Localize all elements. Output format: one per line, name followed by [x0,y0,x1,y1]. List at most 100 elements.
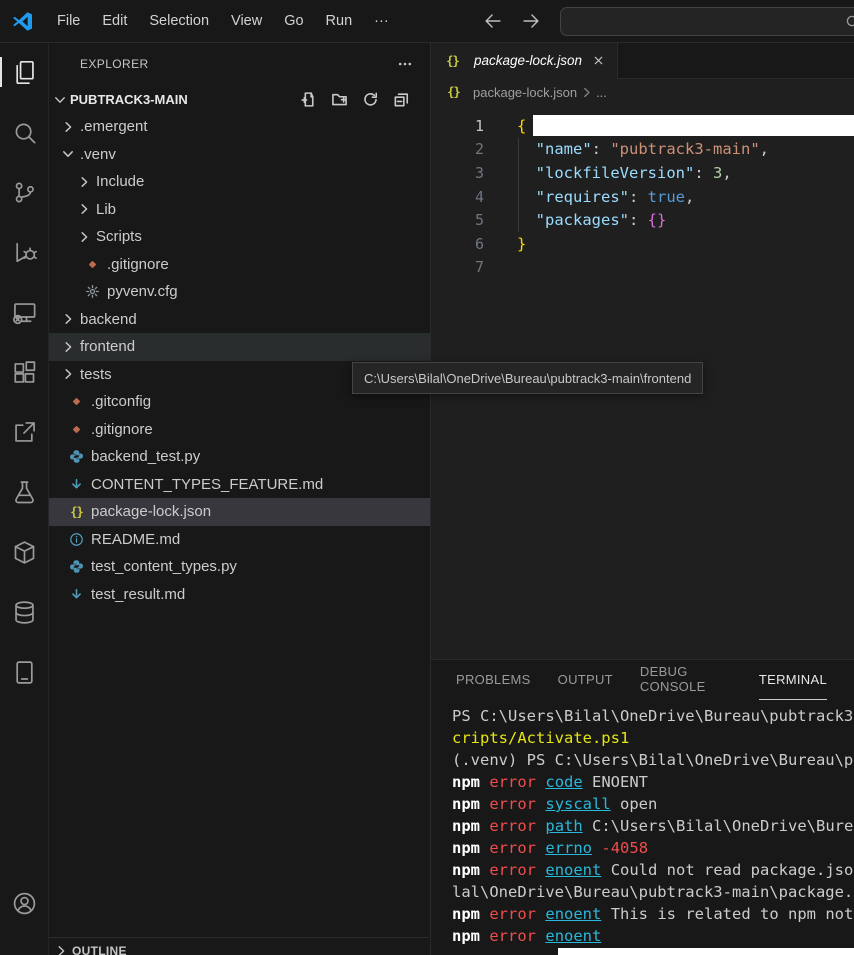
activity-search[interactable] [0,102,48,162]
tree-item-venv[interactable]: .venv [48,141,430,169]
tree-item-gitignore[interactable]: .gitignore [48,416,430,444]
activity-account[interactable] [0,873,48,933]
terminal-line: npm error syscall open [452,793,854,815]
menu-view[interactable]: View [220,8,273,34]
panel-tab-output[interactable]: OUTPUT [558,660,613,700]
tree-item-frontend[interactable]: frontend [48,333,430,361]
activity-notebook[interactable] [0,642,48,702]
account-icon [11,890,38,917]
forward-button[interactable] [520,10,542,32]
menu-selection[interactable]: Selection [138,8,220,34]
tree-item-label: .gitignore [91,421,153,438]
panel-tab-problems[interactable]: PROBLEMS [456,660,531,700]
activity-run-debug[interactable] [0,222,48,282]
tree-item-gitignore[interactable]: .gitignore [48,251,430,279]
menu-edit[interactable]: Edit [91,8,138,34]
activity-extensions[interactable] [0,342,48,402]
code-line-5: 5 "packages": {} [431,208,854,232]
new-file-icon [300,91,317,108]
outline-section-header[interactable]: OUTLINE [48,937,429,955]
search-icon [845,14,854,30]
new-folder-button[interactable] [331,91,348,108]
collapse-all-button[interactable] [393,91,410,108]
terminal-line: npm error enoent Could not read package.… [452,859,854,881]
tree-item-label: pyvenv.cfg [107,283,178,300]
bottom-panel: PROBLEMS OUTPUT DEBUG CONSOLE TERMINAL PS C… [431,659,854,955]
sidebar-title: EXPLORER [80,57,149,71]
menu-run[interactable]: Run [315,8,364,34]
tree-item-readme-md[interactable]: README.md [48,526,430,554]
tree-item-content-types-feature-md[interactable]: CONTENT_TYPES_FEATURE.md [48,471,430,499]
chevron-right-icon [76,174,93,190]
tree-item-label: Scripts [96,228,142,245]
terminal-line: npm error errno -4058 [452,837,854,859]
activity-bar-top [0,42,48,702]
terminal-output[interactable]: PS C:\Users\Bilal\OneDrive\Bureau\pubtra… [431,699,854,955]
code-line-1: 1{ [431,114,854,138]
editor-tab-package-lock-json[interactable]: {}package-lock.json [431,42,618,79]
new-folder-icon [331,91,348,108]
info-file-icon [68,531,85,547]
views-more-actions-button[interactable] [394,53,416,75]
activity-explorer[interactable] [0,42,48,102]
vscode-window: FileEditSelectionViewGoRun··· EXPLORER [0,0,854,955]
workspace-section-header[interactable]: PUBTRACK3-MAIN [48,86,430,113]
panel-tab-debug-console[interactable]: DEBUG CONSOLE [640,660,732,700]
menu-more[interactable]: ··· [363,8,400,34]
breadcrumb-item[interactable]: {} package-lock.json [445,84,577,100]
tree-item-include[interactable]: Include [48,168,430,196]
breadcrumb-item[interactable]: ... [596,85,607,100]
json-file-icon: {} [445,84,462,100]
chevron-right-icon [76,201,93,217]
tree-item-test-result-md[interactable]: test_result.md [48,581,430,609]
tree-item-emergent[interactable]: .emergent [48,113,430,141]
activity-package[interactable] [0,522,48,582]
menu-file[interactable]: File [46,8,91,34]
code-text: "packages": {} [484,211,666,229]
chevron-right-icon [60,119,77,135]
code-line-3: 3 "lockfileVersion": 3, [431,161,854,185]
activity-database[interactable] [0,582,48,642]
python-file-icon [68,559,85,575]
tree-item-label: .emergent [80,118,148,135]
tree-item-label: test_content_types.py [91,558,237,575]
activity-bar-bottom [0,873,48,933]
back-button[interactable] [482,10,504,32]
tree-item-label: Include [96,173,144,190]
terminal-line: PS C:\Users\Bilal\OneDrive\Bureau\pubtra… [452,705,854,727]
activity-testing[interactable] [0,462,48,522]
tree-item-scripts[interactable]: Scripts [48,223,430,251]
tree-item-package-lock-json[interactable]: {}package-lock.json [48,498,430,526]
package-icon [11,539,38,566]
outline-label: OUTLINE [72,944,127,955]
menu-bar: FileEditSelectionViewGoRun··· [46,8,400,34]
new-file-button[interactable] [300,91,317,108]
tree-item-backend[interactable]: backend [48,306,430,334]
explorer-actions [300,91,410,108]
panel-tab-bar: PROBLEMS OUTPUT DEBUG CONSOLE TERMINAL [431,660,854,699]
white-overlay-bar [533,115,854,136]
menu-go[interactable]: Go [273,8,314,34]
workspace-name: PUBTRACK3-MAIN [70,92,188,107]
code-line-6: 6} [431,232,854,256]
tree-item-label: .gitconfig [91,393,151,410]
breadcrumb-label: package-lock.json [473,85,577,100]
sidebar-header: EXPLORER [48,42,430,86]
close-icon[interactable] [589,52,607,70]
title-bar: FileEditSelectionViewGoRun··· [0,0,854,43]
notebook-icon [11,659,38,686]
tree-item-lib[interactable]: Lib [48,196,430,224]
markdown-file-icon [68,586,85,602]
panel-tab-terminal[interactable]: TERMINAL [759,660,827,700]
chevron-down-icon [52,92,68,108]
code-line-7: 7 [431,256,854,280]
activity-source-control[interactable] [0,162,48,222]
tree-item-backend-test-py[interactable]: backend_test.py [48,443,430,471]
code-text: "lockfileVersion": 3, [484,164,732,182]
command-center-search[interactable] [560,7,854,36]
refresh-button[interactable] [362,91,379,108]
activity-remote-explorer[interactable] [0,282,48,342]
activity-share[interactable] [0,402,48,462]
tree-item-test-content-types-py[interactable]: test_content_types.py [48,553,430,581]
tree-item-pyvenv-cfg[interactable]: pyvenv.cfg [48,278,430,306]
